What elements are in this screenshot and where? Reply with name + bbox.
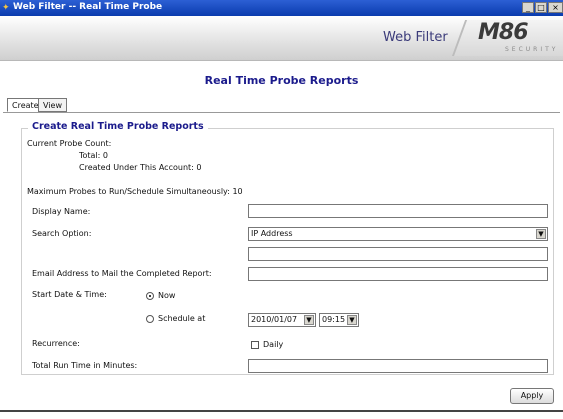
bottom-divider bbox=[0, 410, 563, 412]
schedule-at-label: Schedule at bbox=[158, 314, 206, 323]
minimize-icon[interactable]: _ bbox=[522, 2, 534, 13]
now-label: Now bbox=[158, 291, 176, 300]
logo: M86 bbox=[478, 20, 529, 45]
maximize-icon[interactable]: □ bbox=[535, 2, 547, 13]
chevron-down-icon[interactable]: ▼ bbox=[347, 315, 357, 325]
tab-view[interactable]: View bbox=[38, 98, 67, 112]
schedule-at-radio[interactable] bbox=[146, 315, 154, 323]
schedule-time-value: 09:15 bbox=[322, 315, 346, 324]
display-name-input[interactable] bbox=[248, 204, 548, 218]
product-header: Web Filter M86 SECURITY bbox=[0, 16, 563, 61]
daily-label: Daily bbox=[263, 340, 284, 349]
daily-checkbox[interactable] bbox=[251, 341, 259, 349]
search-option-label: Search Option: bbox=[32, 229, 92, 238]
total-run-time-input[interactable] bbox=[248, 359, 548, 373]
start-date-time-label: Start Date & Time: bbox=[32, 290, 107, 299]
search-option-value: IP Address bbox=[251, 229, 293, 238]
schedule-date-select[interactable]: 2010/01/07 ▼ bbox=[248, 313, 316, 327]
chevron-down-icon[interactable]: ▼ bbox=[536, 229, 546, 239]
now-radio[interactable] bbox=[146, 292, 154, 300]
total-run-time-label: Total Run Time in Minutes: bbox=[32, 361, 138, 370]
window-title: Web Filter -- Real Time Probe bbox=[13, 2, 163, 12]
email-label: Email Address to Mail the Completed Repo… bbox=[32, 269, 212, 278]
schedule-date-value: 2010/01/07 bbox=[251, 315, 298, 324]
product-name: Web Filter bbox=[383, 30, 448, 45]
logo-subtitle: SECURITY bbox=[505, 46, 559, 53]
display-name-label: Display Name: bbox=[32, 207, 91, 216]
max-probes-label: Maximum Probes to Run/Schedule Simultane… bbox=[27, 187, 243, 196]
close-icon[interactable]: × bbox=[548, 2, 563, 13]
probe-total: Total: 0 bbox=[79, 151, 109, 160]
email-input[interactable] bbox=[248, 267, 548, 281]
search-value-input[interactable] bbox=[248, 247, 548, 261]
chevron-down-icon[interactable]: ▼ bbox=[304, 315, 314, 325]
window-title-bar[interactable]: ✦ Web Filter -- Real Time Probe _ □ × bbox=[0, 0, 563, 16]
search-option-select[interactable]: IP Address ▼ bbox=[248, 227, 548, 241]
page-title: Real Time Probe Reports bbox=[204, 74, 359, 87]
apply-button[interactable]: Apply bbox=[510, 388, 554, 404]
app-icon: ✦ bbox=[2, 3, 10, 13]
tab-divider bbox=[3, 112, 560, 113]
form-legend: Create Real Time Probe Reports bbox=[28, 121, 208, 132]
probe-count-label: Current Probe Count: bbox=[27, 139, 112, 148]
probe-created-under-account: Created Under This Account: 0 bbox=[79, 163, 202, 172]
recurrence-label: Recurrence: bbox=[32, 339, 80, 348]
schedule-time-select[interactable]: 09:15 ▼ bbox=[319, 313, 359, 327]
